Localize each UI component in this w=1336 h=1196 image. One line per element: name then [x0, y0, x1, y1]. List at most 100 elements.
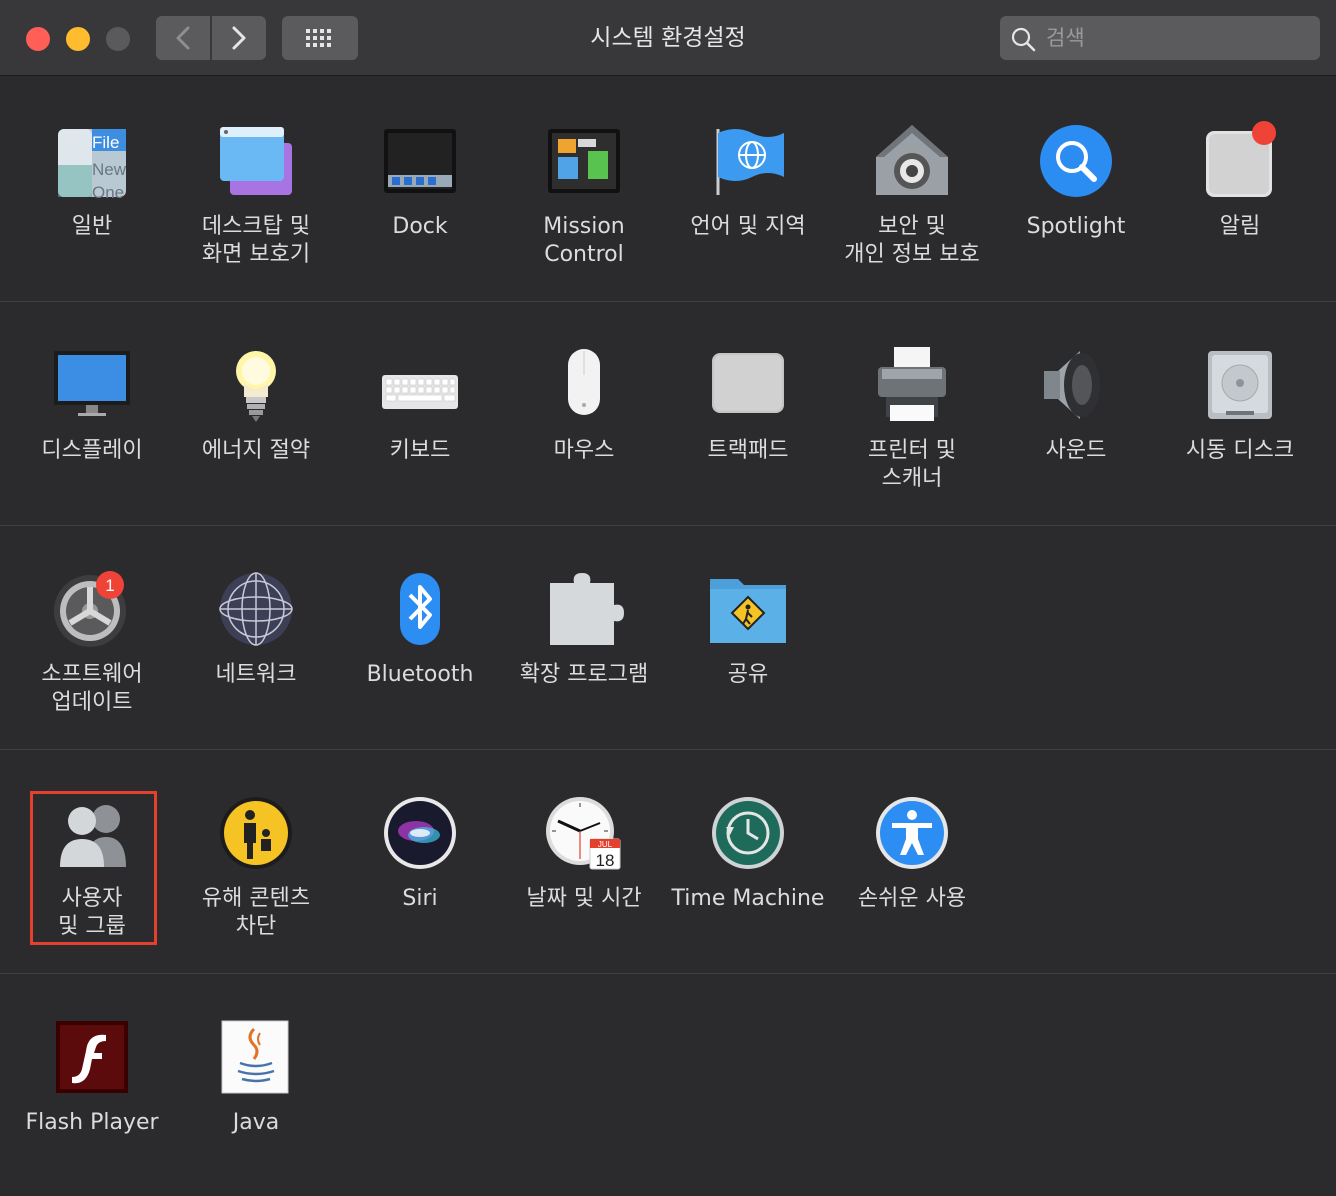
back-button[interactable]: [156, 16, 210, 60]
pref-pane-label: Mission Control: [543, 214, 625, 267]
pref-pane-label: 알림: [1219, 214, 1261, 239]
keyboard-icon: [380, 345, 460, 425]
show-all-button[interactable]: [282, 16, 358, 60]
pref-pane-label: 시동 디스크: [1185, 438, 1295, 463]
chevron-right-icon: [232, 26, 246, 50]
security-privacy-icon: [872, 121, 952, 201]
extensions-icon: [544, 569, 624, 649]
pref-pane-notifications[interactable]: 알림: [1158, 121, 1322, 291]
grid-icon: [306, 29, 331, 47]
desktop-screensaver-icon: [216, 121, 296, 201]
pref-pane-label: Siri: [402, 886, 438, 911]
java-icon: [216, 1017, 296, 1097]
accessibility-icon: [872, 793, 952, 873]
pref-pane-accessibility[interactable]: 손쉬운 사용: [830, 793, 994, 963]
pref-pane-label: Time Machine: [671, 886, 825, 911]
section-divider: [0, 749, 1336, 750]
notifications-icon: [1200, 121, 1280, 201]
pref-pane-label: 사운드: [1045, 438, 1107, 463]
section-divider: [0, 973, 1336, 974]
sound-icon: [1036, 345, 1116, 425]
spotlight-icon: [1036, 121, 1116, 201]
pref-pane-label: 손쉬운 사용: [857, 886, 967, 911]
pref-pane-siri[interactable]: Siri: [338, 793, 502, 963]
general-icon: File New One: [52, 121, 132, 201]
pref-pane-label: 트랙패드: [707, 438, 789, 463]
section-divider: [0, 301, 1336, 302]
flash-player-icon: [52, 1017, 132, 1097]
pref-pane-sound[interactable]: 사운드: [994, 345, 1158, 515]
pref-pane-spotlight[interactable]: Spotlight: [994, 121, 1158, 291]
pref-pane-trackpad[interactable]: 트랙패드: [666, 345, 830, 515]
pref-pane-network[interactable]: 네트워크: [174, 569, 338, 739]
pref-pane-general[interactable]: File New One 일반: [10, 121, 174, 291]
dock-icon: [380, 121, 460, 201]
update-badge: 1: [105, 576, 114, 595]
pref-pane-security[interactable]: 보안 및 개인 정보 보호: [830, 121, 994, 291]
svg-text:New: New: [92, 160, 127, 179]
pref-pane-label: Flash Player: [25, 1110, 159, 1135]
forward-button[interactable]: [212, 16, 266, 60]
network-icon: [216, 569, 296, 649]
pref-pane-label: Java: [232, 1110, 280, 1135]
pref-pane-extensions[interactable]: 확장 프로그램: [502, 569, 666, 739]
pref-pane-label: 날짜 및 시간: [526, 886, 642, 911]
pref-pane-datetime[interactable]: JUL 18 날짜 및 시간: [502, 793, 666, 963]
date-time-icon: JUL 18: [544, 793, 624, 873]
minimize-window-button[interactable]: [66, 27, 90, 51]
chevron-left-icon: [176, 26, 190, 50]
search-placeholder: 검색: [1046, 26, 1085, 50]
search-icon: [1011, 27, 1036, 52]
pref-pane-displays[interactable]: 디스플레이: [10, 345, 174, 515]
pref-pane-mission[interactable]: Mission Control: [502, 121, 666, 291]
mouse-icon: [544, 345, 624, 425]
title-bar: 시스템 환경설정 검색: [0, 0, 1336, 76]
display-icon: [52, 345, 132, 425]
printer-icon: [872, 345, 952, 425]
close-window-button[interactable]: [26, 27, 50, 51]
calendar-month: JUL: [598, 840, 613, 849]
pref-pane-keyboard[interactable]: 키보드: [338, 345, 502, 515]
system-preferences-window: 시스템 환경설정 검색 File New One 일반 데스크탑 및 화면 보호…: [0, 0, 1336, 1196]
pref-pane-label: 키보드: [389, 438, 451, 463]
pref-pane-label: Spotlight: [1026, 214, 1126, 239]
pref-pane-label: 보안 및 개인 정보 보호: [844, 214, 980, 267]
selection-highlight: [30, 791, 157, 945]
pref-pane-label: 디스플레이: [41, 438, 143, 463]
pref-pane-parental[interactable]: 유해 콘텐츠 차단: [174, 793, 338, 963]
pref-pane-timemachine[interactable]: Time Machine: [666, 793, 830, 963]
parental-controls-icon: [216, 793, 296, 873]
pref-pane-bluetooth[interactable]: Bluetooth: [338, 569, 502, 739]
time-machine-icon: [708, 793, 788, 873]
sharing-icon: [708, 569, 788, 649]
pref-pane-java[interactable]: Java: [174, 1017, 338, 1187]
pref-pane-label: 소프트웨어 업데이트: [41, 662, 143, 715]
energy-saver-icon: [216, 345, 296, 425]
pref-pane-software[interactable]: 1 소프트웨어 업데이트: [10, 569, 174, 739]
pref-pane-label: 공유: [727, 662, 769, 687]
trackpad-icon: [708, 345, 788, 425]
pref-pane-energy[interactable]: 에너지 절약: [174, 345, 338, 515]
siri-icon: [380, 793, 460, 873]
window-title: 시스템 환경설정: [590, 25, 746, 51]
bluetooth-icon: [380, 569, 460, 649]
pref-pane-mouse[interactable]: 마우스: [502, 345, 666, 515]
pref-pane-label: 프린터 및 스캐너: [868, 438, 956, 491]
pref-pane-label: Bluetooth: [366, 662, 474, 687]
pref-pane-label: 데스크탑 및 화면 보호기: [201, 214, 311, 267]
pref-pane-label: 유해 콘텐츠 차단: [201, 886, 311, 939]
pref-pane-language[interactable]: 언어 및 지역: [666, 121, 830, 291]
pref-pane-startup[interactable]: 시동 디스크: [1158, 345, 1322, 515]
search-field[interactable]: 검색: [1000, 16, 1320, 60]
pref-pane-label: 언어 및 지역: [690, 214, 806, 239]
pref-pane-printers[interactable]: 프린터 및 스캐너: [830, 345, 994, 515]
pref-pane-label: 확장 프로그램: [519, 662, 649, 687]
pref-pane-flash[interactable]: Flash Player: [10, 1017, 174, 1187]
pref-pane-label: Dock: [392, 214, 448, 239]
zoom-window-button[interactable]: [106, 27, 130, 51]
language-region-icon: [708, 121, 788, 201]
pref-pane-desktop[interactable]: 데스크탑 및 화면 보호기: [174, 121, 338, 291]
pref-pane-label: 에너지 절약: [201, 438, 311, 463]
pref-pane-sharing[interactable]: 공유: [666, 569, 830, 739]
pref-pane-dock[interactable]: Dock: [338, 121, 502, 291]
